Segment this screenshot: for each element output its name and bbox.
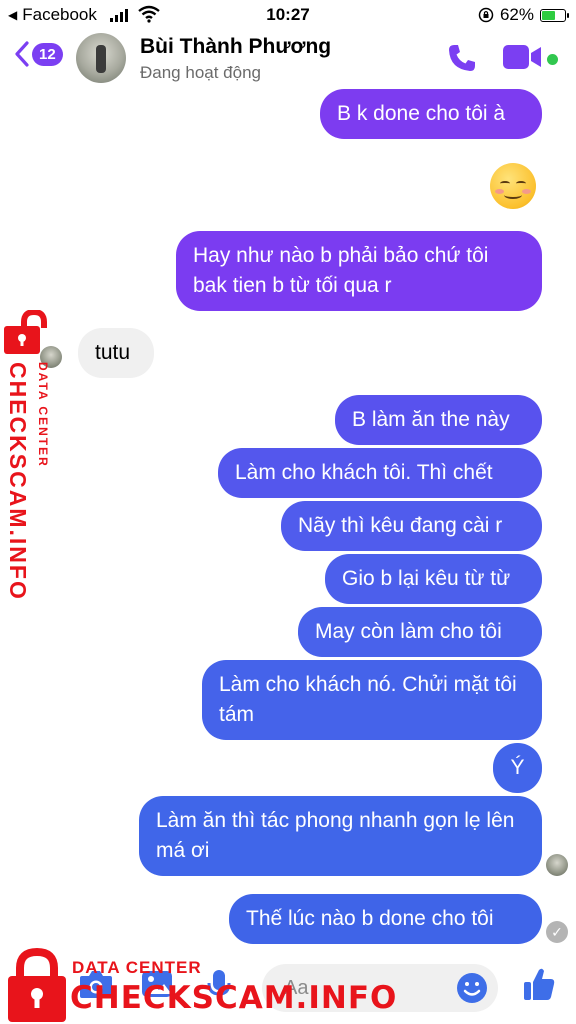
status-bar: ◀ Facebook 10:27 62%	[0, 0, 576, 30]
outgoing-message[interactable]: Hay như nào b phải bảo chứ tôi bak tien …	[176, 231, 542, 311]
back-button[interactable]: 12	[14, 40, 63, 68]
outgoing-message[interactable]: Làm cho khách nó. Chửi mặt tôi tám	[202, 660, 542, 740]
outgoing-message[interactable]: Gio b lại kêu từ từ	[325, 554, 542, 604]
watermark-tagline: DATA CENTER	[72, 958, 202, 977]
messenger-screen: ◀ Facebook 10:27 62% 12 Bùi Thành Phương…	[0, 0, 576, 1024]
outgoing-message[interactable]: Ý	[493, 743, 542, 793]
battery-percent: 62%	[499, 5, 534, 24]
watermark-tagline-vertical: DATA CENTER	[36, 362, 50, 468]
unread-badge: 12	[32, 42, 63, 66]
seen-avatar	[546, 854, 568, 876]
outgoing-message[interactable]: Làm cho khách tôi. Thì chết	[218, 448, 542, 498]
chevron-left-icon	[15, 41, 29, 67]
outgoing-message[interactable]: Làm ăn thì tác phong nhanh gọn lẹ lên má…	[139, 796, 542, 876]
watermark-brand-vertical: CHECKSCAM.INFO	[5, 362, 31, 601]
contact-avatar[interactable]	[76, 33, 126, 83]
watermark-brand: CHECKSCAM.INFO	[70, 980, 398, 1016]
conversation-header: 12 Bùi Thành Phương Đang hoạt động	[0, 30, 576, 88]
outgoing-message[interactable]: Thế lúc nào b done cho tôi	[229, 894, 542, 944]
outgoing-message[interactable]: B làm ăn the này	[335, 395, 542, 445]
online-indicator	[547, 54, 558, 65]
outgoing-message[interactable]: May còn làm cho tôi	[298, 607, 542, 657]
smiling-emoji-message[interactable]	[490, 163, 536, 209]
emoji-picker-icon[interactable]	[456, 972, 488, 1004]
incoming-message[interactable]: tutu	[78, 328, 154, 378]
delivered-check-icon: ✓	[546, 921, 568, 943]
outgoing-message[interactable]: Nãy thì kêu đang cài r	[281, 501, 542, 551]
contact-name[interactable]: Bùi Thành Phương	[140, 35, 331, 59]
orientation-lock-icon	[478, 7, 494, 23]
phone-call-icon[interactable]	[446, 42, 478, 74]
battery-fill	[542, 10, 556, 20]
status-right-group: 62%	[478, 5, 569, 25]
thumbs-up-icon[interactable]	[522, 966, 556, 1002]
watermark-lock-icon	[4, 310, 47, 354]
watermark-vertical: CHECKSCAM.INFO DATA CENTER	[4, 362, 50, 601]
video-call-icon[interactable]	[502, 44, 542, 70]
watermark-lock-icon	[8, 948, 66, 1022]
contact-status: Đang hoạt động	[140, 63, 261, 82]
outgoing-message[interactable]: B k done cho tôi à	[320, 89, 542, 139]
battery-icon	[540, 8, 569, 22]
